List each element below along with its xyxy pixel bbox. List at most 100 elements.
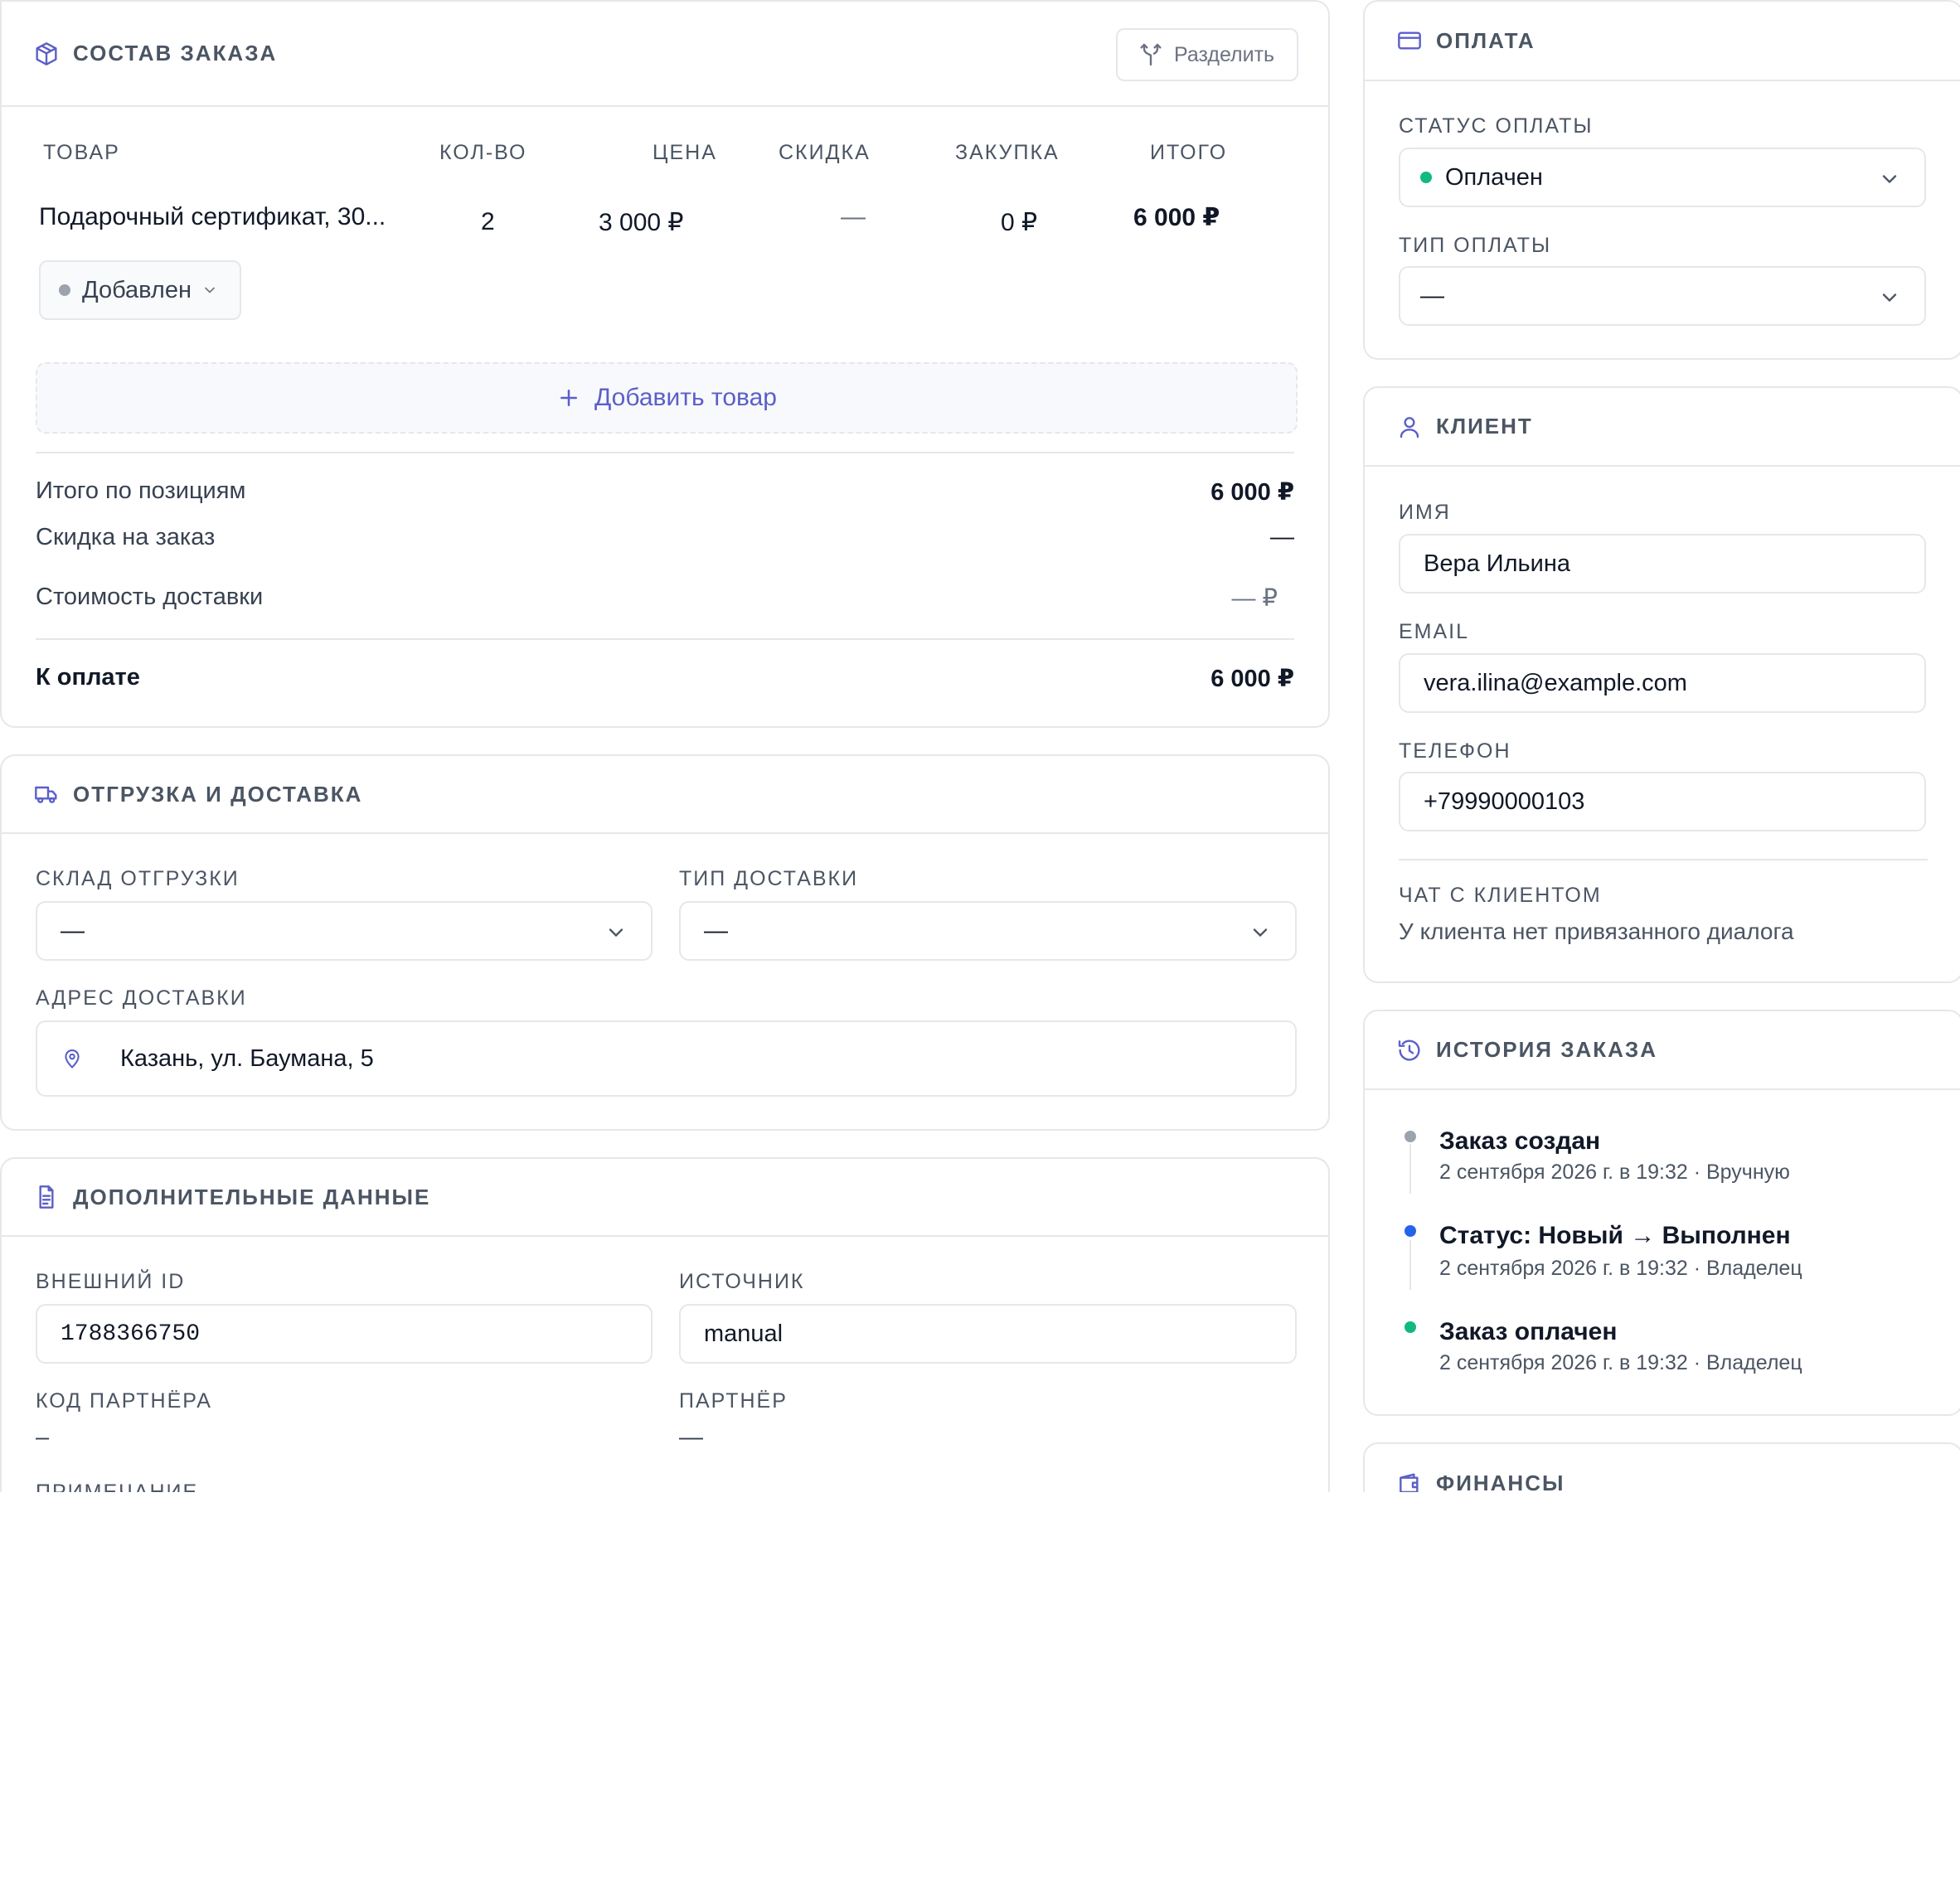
order-page: СОСТАВ ЗАКАЗА Разделить ТОВАР КОЛ-ВО ЦЕН… (0, 0, 1960, 1492)
history-event-meta: 2 сентября 2026 г. в 19:32 · Владелец (1439, 1257, 1802, 1280)
card-header: ИСТОРИЯ ЗАКАЗА (1365, 1011, 1960, 1090)
history-card: ИСТОРИЯ ЗАКАЗА Заказ создан 2 сентября 2… (1363, 1010, 1960, 1416)
document-icon (33, 1184, 60, 1210)
delivery-cost-value[interactable]: — ₽ (1231, 584, 1278, 613)
order-discount-row: Скидка на заказ — (36, 524, 1294, 551)
chevron-down-icon (1249, 921, 1272, 944)
add-item-label: Добавить товар (594, 384, 777, 411)
order-discount-label: Скидка на заказ (36, 524, 216, 550)
timeline-line (1409, 1144, 1411, 1194)
card-header: ОТГРУЗКА И ДОСТАВКА (2, 756, 1328, 834)
card-title: ИСТОРИЯ ЗАКАЗА (1436, 1037, 1657, 1062)
card-title: КЛИЕНТ (1436, 414, 1533, 439)
item-qty[interactable]: 2 (481, 208, 495, 236)
client-email-input[interactable]: vera.ilina@example.com (1399, 653, 1926, 713)
payment-status-value: Оплачен (1445, 163, 1543, 191)
split-icon (1138, 41, 1164, 68)
card-title: СОСТАВ ЗАКАЗА (73, 41, 278, 65)
delivery-type-value: — (704, 917, 728, 944)
delivery-type-select[interactable]: — (679, 901, 1297, 961)
partner-label: ПАРТНЁР (679, 1389, 788, 1413)
truck-icon (33, 781, 60, 807)
user-icon (1396, 414, 1423, 440)
item-name[interactable]: Подарочный сертификат, 30... (39, 203, 386, 231)
client-email-label: EMAIL (1399, 620, 1470, 643)
address-input[interactable]: Казань, ул. Баумана, 5 (36, 1020, 1297, 1097)
credit-card-icon (1396, 27, 1423, 54)
col-header-product: ТОВАР (43, 141, 120, 164)
client-name-label: ИМЯ (1399, 501, 1451, 524)
item-purchase[interactable]: 0 ₽ (1001, 208, 1037, 237)
paid-status-dot (1420, 172, 1432, 183)
partner-code-value[interactable]: – (36, 1424, 49, 1451)
card-header: КЛИЕНТ (1365, 388, 1960, 467)
card-header: ФИНАНСЫ (1365, 1444, 1960, 1492)
source-label: ИСТОЧНИК (679, 1270, 805, 1293)
to-pay-row: К оплате 6 000 ₽ (36, 664, 1294, 692)
client-email-value: vera.ilina@example.com (1424, 669, 1687, 696)
payment-type-select[interactable]: — (1399, 266, 1926, 326)
card-title: ОТГРУЗКА И ДОСТАВКА (73, 781, 363, 807)
extra-data-card: ДОПОЛНИТЕЛЬНЫЕ ДАННЫЕ ВНЕШНИЙ ID 1788366… (0, 1157, 1330, 1492)
map-pin-icon (61, 1047, 84, 1070)
items-total-value: 6 000 ₽ (1210, 479, 1294, 506)
timeline-line (1409, 1240, 1411, 1290)
order-discount-value[interactable]: — (1270, 524, 1294, 551)
finance-card: ФИНАНСЫ (1363, 1442, 1960, 1492)
wallet-icon (1396, 1471, 1423, 1492)
card-title: ФИНАНСЫ (1436, 1471, 1565, 1492)
payment-type-value: — (1420, 282, 1444, 309)
external-id-label: ВНЕШНИЙ ID (36, 1270, 186, 1293)
item-discount[interactable]: — (841, 203, 866, 231)
chevron-down-icon (1878, 167, 1901, 191)
partner-value[interactable]: — (679, 1424, 703, 1451)
col-header-discount: СКИДКА (779, 141, 871, 164)
note-label: ПРИМЕЧАНИЕ (36, 1480, 199, 1492)
chat-value: У клиента нет привязанного диалога (1399, 918, 1794, 944)
col-header-purchase: ЗАКУПКА (955, 141, 1060, 164)
history-event-title: Статус: Новый → Выполнен (1439, 1222, 1791, 1249)
history-event-title: Заказ создан (1439, 1127, 1601, 1155)
warehouse-value: — (61, 917, 85, 944)
client-phone-input[interactable]: +79990000103 (1399, 772, 1926, 831)
client-phone-label: ТЕЛЕФОН (1399, 739, 1511, 763)
card-header: СОСТАВ ЗАКАЗА Разделить (2, 2, 1328, 107)
partner-code-label: КОД ПАРТНЁРА (36, 1389, 212, 1413)
address-label: АДРЕС ДОСТАВКИ (36, 986, 247, 1010)
source-value: manual (704, 1320, 784, 1347)
external-id-value: 1788366750 (61, 1321, 201, 1347)
delivery-cost-row: Стоимость доставки — ₽ (36, 584, 1294, 613)
timeline-dot (1405, 1131, 1416, 1142)
history-icon (1396, 1037, 1423, 1064)
card-title: ОПЛАТА (1436, 27, 1535, 53)
items-total-label: Итого по позициям (36, 477, 246, 504)
divider (36, 452, 1294, 453)
chevron-down-icon (201, 282, 218, 298)
add-item-button[interactable]: Добавить товар (36, 362, 1298, 434)
card-header: ДОПОЛНИТЕЛЬНЫЕ ДАННЫЕ (2, 1159, 1328, 1237)
divider (1399, 859, 1928, 860)
item-status-dropdown[interactable]: Добавлен (39, 260, 241, 320)
item-total: 6 000 ₽ (1133, 204, 1220, 231)
delivery-type-label: ТИП ДОСТАВКИ (679, 867, 859, 890)
source-input[interactable]: manual (679, 1304, 1297, 1364)
chat-label: ЧАТ С КЛИЕНТОМ (1399, 884, 1602, 907)
client-phone-value: +79990000103 (1424, 788, 1585, 815)
to-pay-label: К оплате (36, 664, 140, 691)
payment-status-select[interactable]: Оплачен (1399, 148, 1926, 207)
client-name-input[interactable]: Вера Ильина (1399, 534, 1926, 594)
chevron-down-icon (604, 921, 628, 944)
warehouse-select[interactable]: — (36, 901, 653, 961)
col-header-qty: КОЛ-ВО (439, 141, 527, 164)
delivery-cost-label: Стоимость доставки (36, 584, 264, 610)
plus-icon (556, 385, 581, 410)
history-event-meta: 2 сентября 2026 г. в 19:32 · Вручную (1439, 1161, 1790, 1184)
payment-status-label: СТАТУС ОПЛАТЫ (1399, 114, 1594, 138)
order-items-card: СОСТАВ ЗАКАЗА Разделить ТОВАР КОЛ-ВО ЦЕН… (0, 0, 1330, 728)
item-price[interactable]: 3 000 ₽ (599, 208, 684, 237)
chevron-down-icon (1878, 286, 1901, 309)
shipping-card: ОТГРУЗКА И ДОСТАВКА СКЛАД ОТГРУЗКИ — ТИП… (0, 754, 1330, 1131)
split-button[interactable]: Разделить (1116, 28, 1298, 81)
external-id-input[interactable]: 1788366750 (36, 1304, 653, 1364)
client-card: КЛИЕНТ ИМЯ Вера Ильина EMAIL vera.ilina@… (1363, 386, 1960, 983)
